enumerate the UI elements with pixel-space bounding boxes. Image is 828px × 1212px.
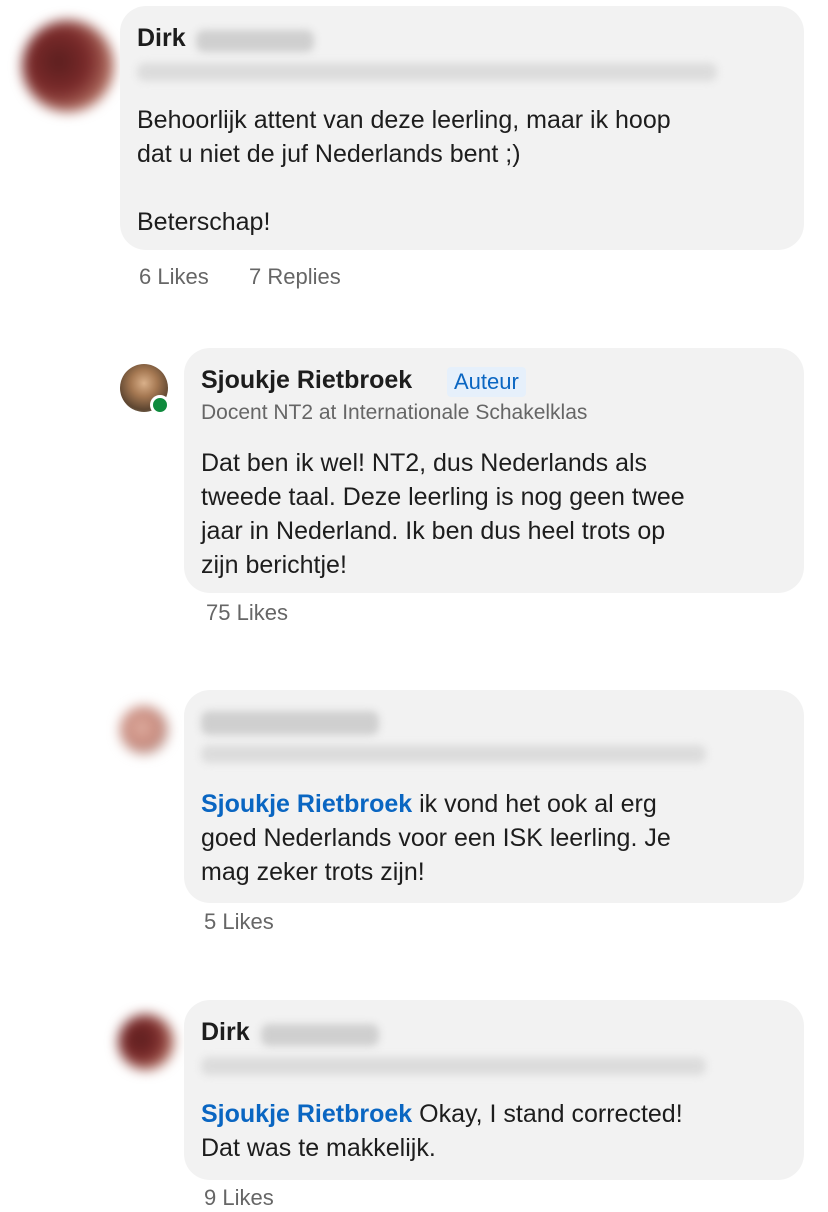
comment-text-line: tweede taal. Deze leerling is nog geen t…: [201, 483, 685, 511]
likes-count[interactable]: 6 Likes: [139, 264, 209, 290]
likes-count[interactable]: 75 Likes: [206, 600, 288, 626]
comment-text-segment: Okay, I stand corrected!: [412, 1100, 683, 1128]
replies-count[interactable]: 7 Replies: [249, 264, 341, 290]
redacted-last-name: [261, 1024, 379, 1046]
comment-text: Sjoukje Rietbroek ik vond het ook al erg…: [201, 787, 791, 889]
comment-text-line: zijn berichtje!: [201, 551, 347, 579]
comment-text-line: jaar in Nederland. Ik ben dus heel trots…: [201, 517, 666, 545]
likes-count[interactable]: 9 Likes: [204, 1185, 274, 1211]
redacted-author-name: [201, 711, 379, 735]
redacted-headline: [201, 1057, 706, 1075]
comment-text-line: goed Nederlands voor een ISK leerling. J…: [201, 824, 671, 852]
comment-text-blank-line: [137, 171, 797, 205]
author-first-name[interactable]: Dirk: [137, 24, 186, 52]
comment-text-line: Dat was te makkelijk.: [201, 1134, 436, 1162]
author-badge: Auteur: [447, 367, 526, 397]
redacted-headline: [201, 745, 706, 763]
comment-text-segment: ik vond het ook al erg: [412, 790, 657, 818]
likes-count[interactable]: 5 Likes: [204, 909, 274, 935]
redacted-last-name: [196, 30, 314, 52]
comment-text-line: Sjoukje Rietbroek Okay, I stand correcte…: [201, 1097, 791, 1131]
avatar[interactable]: [22, 20, 114, 112]
comment-text: Sjoukje Rietbroek Okay, I stand correcte…: [201, 1097, 791, 1165]
comment-text: Dat ben ik wel! NT2, dus Nederlands als …: [201, 446, 791, 582]
author-headline: Docent NT2 at Internationale Schakelklas: [201, 401, 588, 424]
avatar[interactable]: [118, 1014, 174, 1070]
comment-text-line: Dat ben ik wel! NT2, dus Nederlands als: [201, 449, 648, 477]
comment-author-name[interactable]: Dirk: [201, 1018, 250, 1047]
comment-author-name[interactable]: Sjoukje Rietbroek: [201, 366, 412, 395]
comment-text-line: Behoorlijk attent van deze leerling, maa…: [137, 106, 671, 134]
comment-author-name[interactable]: Dirk: [137, 24, 186, 53]
comment-text-line: Sjoukje Rietbroek ik vond het ook al erg: [201, 787, 791, 821]
online-status-icon: [150, 395, 170, 415]
comment-text-line: mag zeker trots zijn!: [201, 858, 425, 886]
comment-text-line: dat u niet de juf Nederlands bent ;): [137, 140, 521, 168]
mention-link[interactable]: Sjoukje Rietbroek: [201, 790, 412, 818]
mention-link[interactable]: Sjoukje Rietbroek: [201, 1100, 412, 1128]
comment-text: Behoorlijk attent van deze leerling, maa…: [137, 103, 797, 239]
comment-text-line: Beterschap!: [137, 208, 271, 236]
redacted-headline: [137, 63, 717, 81]
avatar[interactable]: [120, 706, 168, 754]
author-first-name[interactable]: Dirk: [201, 1018, 250, 1046]
